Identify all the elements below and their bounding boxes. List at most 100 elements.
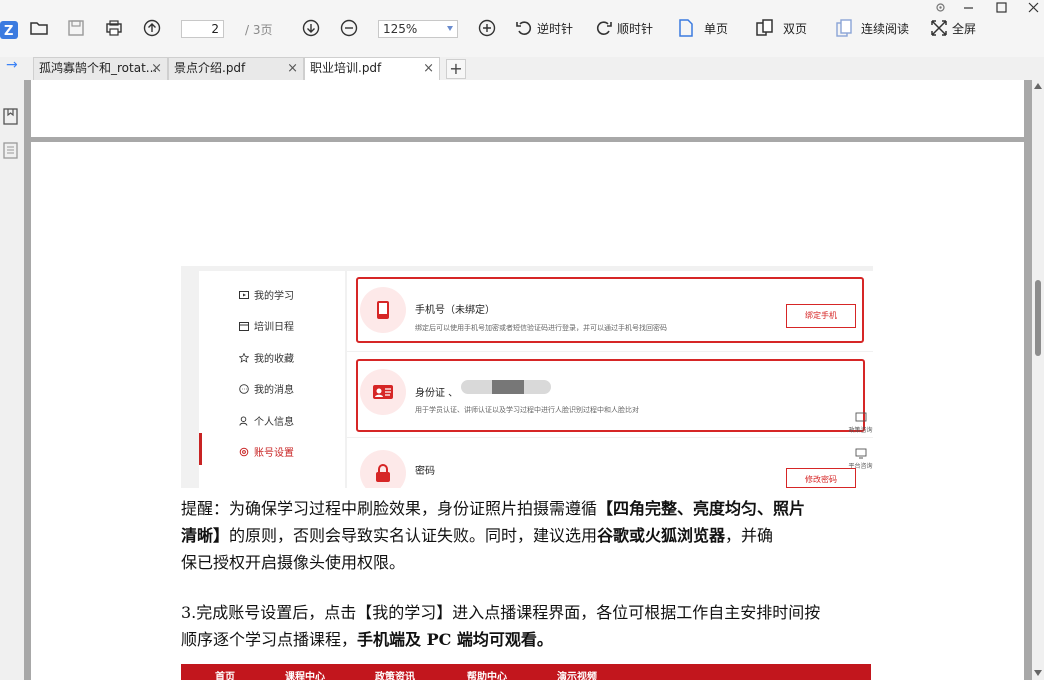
rotate-cw-button[interactable]: 顺时针 (595, 16, 653, 40)
rotate-cw-label: 顺时针 (617, 21, 654, 36)
change-password-button: 修改密码 (786, 468, 856, 488)
save-icon[interactable] (67, 16, 85, 40)
nav-item: 演示视频 (557, 672, 597, 680)
menu-item: 我的收藏 (239, 350, 294, 365)
nav-item: 帮助中心 (467, 672, 507, 680)
single-page-label: 单页 (704, 21, 729, 36)
tab-item[interactable]: 景点介绍.pdf × (168, 57, 304, 80)
embedded-screenshot: 我的学习 培训日程 我的收藏 我的消息 个人信息 账号设置 手机号（未绑定） 绑… (181, 266, 873, 488)
close-window-icon[interactable] (1026, 0, 1040, 14)
print-icon[interactable] (105, 16, 123, 40)
add-tab-button[interactable]: + (446, 59, 466, 79)
calendar-icon (239, 321, 249, 331)
single-page-button[interactable]: 单页 (676, 16, 728, 40)
fullscreen-button[interactable]: 全屏 (930, 16, 976, 40)
embedded-nav-bar: 首页 课程中心 政策资讯 帮助中心 演示视频 (181, 664, 871, 680)
lock-icon (360, 450, 406, 488)
message-icon (239, 383, 249, 394)
nav-item: 政策资讯 (375, 672, 415, 680)
side-widget: 平台咨询 (848, 448, 873, 470)
idcard-icon (360, 369, 406, 415)
password-title: 密码 (415, 466, 435, 477)
active-indicator (199, 433, 202, 465)
idcard-card: 身份证 、 用于学员认证、讲师认证以及学习过程中进行人脸识别过程中和人脸比对 (347, 352, 873, 437)
tab-label: 景点介绍.pdf (174, 61, 246, 75)
tab-bar: → 孤鸿寡鹄个和_rotat... × 景点介绍.pdf × 职业培训.pdf … (0, 57, 1044, 80)
pdf-page: 我的学习 培训日程 我的收藏 我的消息 个人信息 账号设置 手机号（未绑定） 绑… (31, 142, 1024, 680)
continuous-read-label: 连续阅读 (861, 21, 910, 36)
fullscreen-label: 全屏 (952, 21, 977, 36)
tab-item[interactable]: 孤鸿寡鹄个和_rotat... × (33, 57, 168, 80)
rotate-ccw-icon (516, 21, 532, 35)
back-arrow-icon[interactable]: → (6, 57, 18, 73)
consult-icon (855, 412, 866, 422)
prev-page-icon[interactable] (143, 16, 161, 40)
maximize-icon[interactable] (994, 0, 1008, 14)
single-page-icon (679, 19, 693, 37)
bookmark-panel-icon[interactable] (3, 108, 19, 129)
tab-label: 孤鸿寡鹄个和_rotat... (39, 61, 158, 75)
zoom-value: 125% (383, 22, 418, 36)
double-page-label: 双页 (783, 21, 808, 36)
zoom-out-icon[interactable] (340, 16, 358, 40)
side-widget: 政策咨询 (848, 412, 873, 434)
next-page-icon[interactable] (302, 16, 320, 40)
phone-title: 手机号（未绑定） (415, 305, 495, 316)
continuous-read-button[interactable]: 连续阅读 (835, 16, 909, 40)
scroll-down-icon[interactable] (1034, 670, 1042, 676)
star-icon (239, 352, 249, 363)
tab-item-active[interactable]: 职业培训.pdf × (304, 57, 440, 80)
idcard-desc: 用于学员认证、讲师认证以及学习过程中进行人脸识别过程中和人脸比对 (415, 406, 639, 414)
monitor-icon (855, 448, 866, 459)
pdf-page (31, 80, 1024, 137)
close-tab-icon[interactable]: × (151, 58, 162, 79)
menu-item-active: 账号设置 (239, 444, 294, 459)
page-total-label: / 3页 (245, 23, 273, 37)
bind-phone-button: 绑定手机 (786, 304, 856, 328)
left-sidebar (0, 80, 24, 680)
svg-text:Z: Z (4, 24, 13, 39)
gear-icon (239, 447, 249, 456)
phone-icon (360, 287, 406, 333)
user-icon (239, 415, 248, 426)
play-icon (239, 290, 249, 299)
close-tab-icon[interactable]: × (287, 58, 298, 79)
document-view[interactable]: 我的学习 培训日程 我的收藏 我的消息 个人信息 账号设置 手机号（未绑定） 绑… (24, 80, 1032, 680)
menu-item: 个人信息 (239, 413, 294, 428)
double-page-icon (756, 19, 773, 36)
tab-label: 职业培训.pdf (310, 61, 382, 75)
open-folder-icon[interactable] (29, 16, 49, 40)
embedded-menu: 我的学习 培训日程 我的收藏 我的消息 个人信息 账号设置 (199, 271, 345, 488)
app-logo-icon: Z (0, 18, 18, 42)
menu-item: 我的消息 (239, 381, 294, 396)
minimize-icon[interactable] (961, 0, 975, 14)
phone-card: 手机号（未绑定） 绑定后可以使用手机号加密或者短信验证码进行登录，并可以通过手机… (347, 271, 873, 351)
menu-item: 我的学习 (239, 287, 294, 302)
rotate-ccw-label: 逆时针 (537, 21, 574, 36)
paragraph-reminder: 提醒：为确保学习过程中刷脸效果，身份证照片拍摄需遵循【四角完整、亮度均匀、照片 … (181, 499, 806, 572)
rotate-ccw-button[interactable]: 逆时针 (515, 16, 573, 40)
settings-gear-icon[interactable] (933, 0, 947, 14)
fullscreen-icon (931, 20, 947, 36)
scroll-thumb[interactable] (1035, 280, 1041, 356)
redacted-block (492, 380, 524, 394)
thumbnail-panel-icon[interactable] (3, 142, 19, 163)
zoom-in-icon[interactable] (478, 16, 496, 40)
close-tab-icon[interactable]: × (423, 58, 434, 79)
scroll-up-icon[interactable] (1034, 83, 1042, 89)
vertical-scrollbar[interactable] (1032, 80, 1044, 680)
phone-desc: 绑定后可以使用手机号加密或者短信验证码进行登录，并可以通过手机号找回密码 (415, 324, 667, 332)
idcard-title: 身份证 、 (415, 388, 459, 399)
continuous-read-icon (836, 19, 852, 37)
paragraph-step3: 3.完成账号设置后，点击【我的学习】进入点播课程界面，各位可根据工作自主安排时间… (181, 603, 821, 649)
menu-item: 培训日程 (239, 318, 294, 333)
password-card: 密码 修改密码 (347, 438, 873, 488)
rotate-cw-icon (596, 21, 612, 35)
nav-item: 课程中心 (285, 672, 325, 680)
zoom-select[interactable]: 125% (378, 20, 458, 38)
double-page-button[interactable]: 双页 (755, 16, 807, 40)
nav-item: 首页 (215, 672, 235, 680)
toolbar: Z 2 / 3页 125% 逆时针 顺时针 单页 双页 连续阅读 全屏 (0, 0, 1044, 57)
chevron-down-icon (447, 26, 453, 31)
page-number-input[interactable]: 2 (181, 20, 224, 38)
